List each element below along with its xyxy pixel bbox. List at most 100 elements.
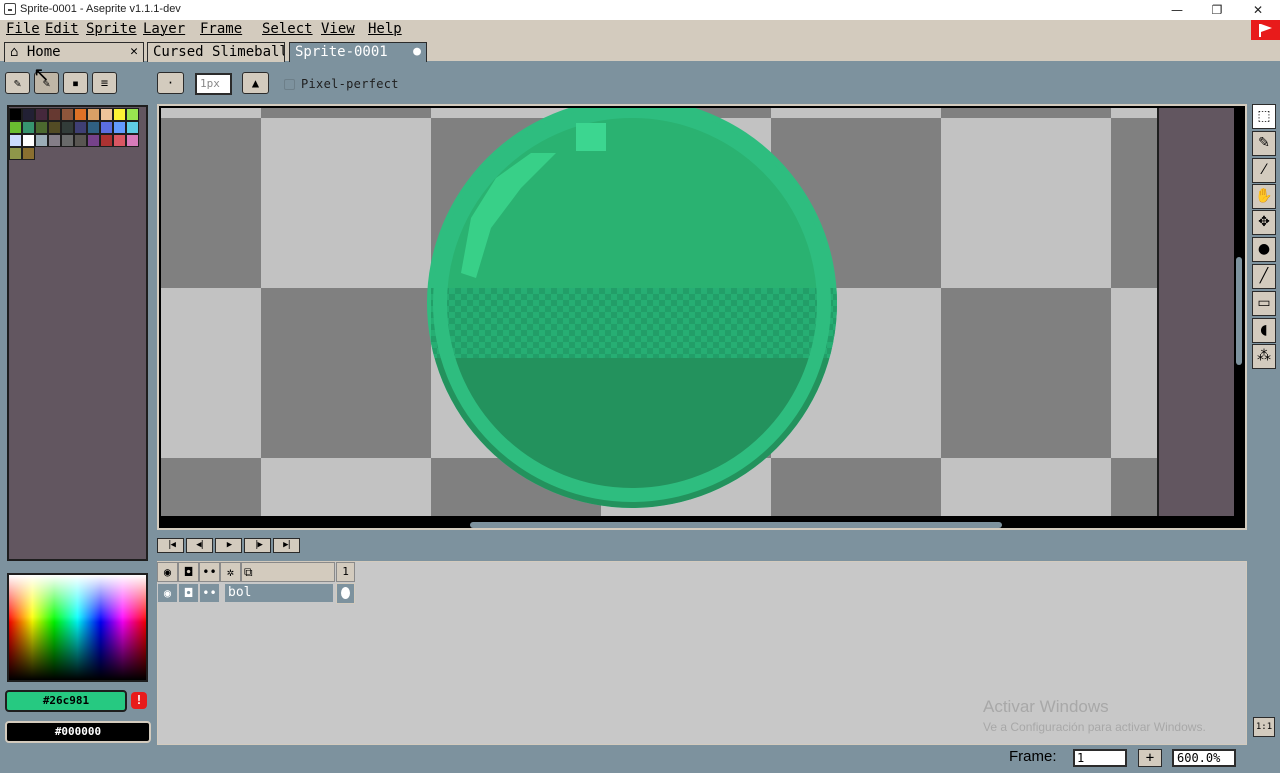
palette-swatch[interactable] <box>48 134 61 147</box>
palette-swatch[interactable] <box>113 108 126 121</box>
prev-frame-button[interactable]: ◀| <box>186 538 213 553</box>
settings-gear-icon[interactable]: ✲ <box>220 562 241 582</box>
brush-type-button[interactable]: · <box>157 72 184 94</box>
brush-size-input[interactable]: 1px <box>195 73 232 95</box>
menu-select[interactable]: Select <box>262 21 313 37</box>
palette-swatch[interactable] <box>48 121 61 134</box>
menu-frame[interactable]: Frame <box>200 21 242 37</box>
line-tool-button[interactable]: ╱ <box>1252 264 1276 289</box>
menu-file[interactable]: File <box>6 21 40 37</box>
move-icon: ✥ <box>1258 214 1270 230</box>
marquee-icon: ⬚ <box>1257 108 1271 124</box>
paint-bucket-tool-button[interactable]: ● <box>1252 237 1276 262</box>
visibility-header-icon[interactable]: ◉ <box>157 562 178 582</box>
palette-swatch[interactable] <box>35 121 48 134</box>
play-button[interactable]: ▶ <box>215 538 242 553</box>
palette-swatch[interactable] <box>9 147 22 160</box>
menu-edit[interactable]: Edit <box>45 21 79 37</box>
palette-menu-button[interactable]: ≡ <box>92 72 117 94</box>
layer-lock-icon[interactable]: ◘ <box>178 583 199 603</box>
palette-swatch[interactable] <box>61 108 74 121</box>
first-frame-button[interactable]: |◀ <box>157 538 184 553</box>
onion-skin-icon[interactable]: ⧉ <box>241 562 335 582</box>
close-window-button[interactable]: ✕ <box>1238 0 1278 20</box>
palette-swatch[interactable] <box>87 108 100 121</box>
restore-button[interactable]: ❐ <box>1197 0 1237 20</box>
palette-swatch[interactable] <box>100 121 113 134</box>
canvas-editor[interactable] <box>157 104 1247 530</box>
frame-cel[interactable] <box>336 583 355 604</box>
palette-swatch[interactable] <box>22 134 35 147</box>
frame-input[interactable]: 1 <box>1073 749 1127 767</box>
color-spectrum[interactable] <box>7 573 148 682</box>
menu-view[interactable]: View <box>321 21 355 37</box>
layer-continuous-icon[interactable]: •• <box>199 583 220 603</box>
rectangle-tool-button[interactable]: ▭ <box>1252 291 1276 316</box>
menu-layer[interactable]: Layer <box>143 21 185 37</box>
palette-swatch[interactable] <box>61 121 74 134</box>
continuous-header-icon[interactable]: •• <box>199 562 220 582</box>
minimize-button[interactable]: — <box>1157 0 1197 20</box>
eraser-mode-button[interactable]: ✎ <box>5 72 30 94</box>
palette-swatch[interactable] <box>126 108 139 121</box>
add-frame-button[interactable]: + <box>1138 749 1162 767</box>
menubar: File Edit Sprite Layer Frame Select View… <box>0 20 1280 40</box>
palette-swatch[interactable] <box>74 121 87 134</box>
eyedropper-tool-button[interactable]: ⁄ <box>1252 158 1276 183</box>
frame-number-header[interactable]: 1 <box>336 562 355 582</box>
window-titlebar: Sprite-0001 - Aseprite v1.1.1-dev — ❐ ✕ <box>0 0 1280 20</box>
tab-home-close-icon[interactable]: ✕ <box>130 43 138 61</box>
palette-swatch[interactable] <box>126 121 139 134</box>
layer-name[interactable]: bol <box>224 583 334 603</box>
sprite-ball[interactable] <box>161 108 1157 516</box>
palette-swatch[interactable] <box>9 121 22 134</box>
palette-swatch[interactable] <box>48 108 61 121</box>
background-color-button[interactable]: #000000 <box>5 721 151 743</box>
tab-cursed-slimeball[interactable]: Cursed Slimeball <box>147 42 285 62</box>
palette-swatch[interactable] <box>35 108 48 121</box>
palette-swatch[interactable] <box>126 134 139 147</box>
palette-swatch[interactable] <box>35 134 48 147</box>
flag-icon[interactable] <box>1251 20 1280 40</box>
lock-header-icon[interactable]: ◘ <box>178 562 199 582</box>
hand-tool-button[interactable]: ✋ <box>1252 184 1276 209</box>
palette-panel <box>7 105 148 561</box>
palette-swatch[interactable] <box>9 108 22 121</box>
next-frame-button[interactable]: |▶ <box>244 538 271 553</box>
zoom-one-to-one-button[interactable]: 1:1 <box>1253 717 1275 737</box>
vertical-scrollbar[interactable] <box>1236 257 1242 365</box>
pencil-tool-button[interactable]: ✎ <box>1252 131 1276 156</box>
palette-swatch[interactable] <box>9 134 22 147</box>
menu-sprite[interactable]: Sprite <box>86 21 137 37</box>
move-tool-button[interactable]: ✥ <box>1252 210 1276 235</box>
palette-swatch[interactable] <box>87 134 100 147</box>
warning-icon[interactable]: ! <box>131 692 147 709</box>
layer-visibility-eye-icon[interactable]: ◉ <box>157 583 178 603</box>
pixel-perfect-checkbox[interactable] <box>284 79 295 90</box>
foreground-color-button[interactable]: #26c981 <box>5 690 127 712</box>
palette-swatch[interactable] <box>61 134 74 147</box>
palette-swatch[interactable] <box>74 134 87 147</box>
ink-type-button[interactable]: ▲ <box>242 72 269 94</box>
zoom-input[interactable]: 600.0% <box>1172 749 1236 767</box>
palette-swatch[interactable] <box>74 108 87 121</box>
palette-swatch[interactable] <box>113 134 126 147</box>
palette-swatch[interactable] <box>100 108 113 121</box>
palette-swatch[interactable] <box>100 134 113 147</box>
blob-tool-button[interactable]: ◖ <box>1252 318 1276 343</box>
palette-swatch[interactable] <box>22 121 35 134</box>
palette-swatch[interactable] <box>87 121 100 134</box>
palette-swatch[interactable] <box>22 108 35 121</box>
palette-swatch[interactable] <box>113 121 126 134</box>
window-title: Sprite-0001 - Aseprite v1.1.1-dev <box>20 3 181 15</box>
tab-sprite-0001[interactable]: Sprite-0001 ● <box>289 42 427 62</box>
horizontal-scrollbar[interactable] <box>470 522 1002 528</box>
menu-help[interactable]: Help <box>368 21 402 37</box>
folder-button[interactable]: ▪ <box>63 72 88 94</box>
spray-tool-button[interactable]: ⁂ <box>1252 344 1276 369</box>
blob-icon: ◖ <box>1260 322 1268 338</box>
marquee-tool-button[interactable]: ⬚ <box>1252 104 1276 129</box>
last-frame-button[interactable]: ▶| <box>273 538 300 553</box>
tab-home[interactable]: ⌂ Home ✕ <box>4 42 144 62</box>
palette-swatch[interactable] <box>22 147 35 160</box>
